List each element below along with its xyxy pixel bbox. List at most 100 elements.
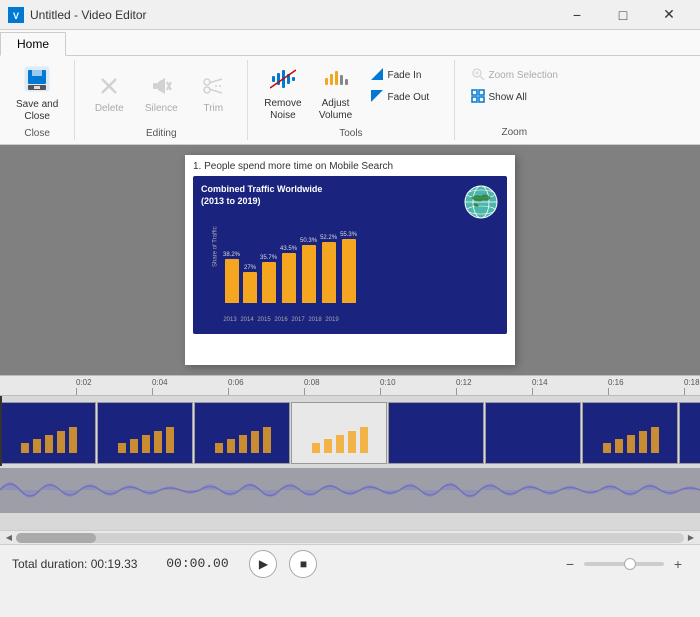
zoom-selection-button[interactable]: Zoom Selection [465,64,564,86]
bottom-bar: Total duration: 00:19.33 ▶ ■ − + [0,544,700,582]
audio-track [0,468,700,513]
bar-value-2013: 38.2% [223,252,240,258]
ruler-tick-0:02: 0:02 [76,378,92,387]
zoom-group-label: Zoom [463,125,566,138]
total-duration-value: 00:19.33 [91,557,138,571]
show-all-button[interactable]: Show All [465,86,564,108]
time-display[interactable] [157,556,237,571]
h-scrollbar[interactable]: ◀ ▶ [0,530,700,544]
close-group-label: Close [8,126,66,139]
title-bar: V Untitled - Video Editor − □ ✕ [0,0,700,30]
adjust-volume-label: AdjustVolume [319,98,352,122]
ruler-tick-0:10: 0:10 [380,378,396,387]
chart-bar-2014 [243,272,257,304]
chart-bar-2013 [225,259,239,304]
ruler-tick-0:16: 0:16 [608,378,624,387]
total-duration-label: Total duration: 00:19.33 [12,557,137,571]
fade-in-label: Fade In [388,70,422,81]
chart-bar-2015 [262,262,276,304]
editing-group-items: Delete Silence [83,62,239,126]
scroll-right-arrow[interactable]: ▶ [684,531,698,545]
delete-button[interactable]: Delete [85,64,133,124]
zoom-out-button[interactable]: − [560,554,580,574]
audio-waveform-svg [0,468,700,513]
zoom-slider-track[interactable] [584,562,664,566]
preview-slide: 1. People spend more time on Mobile Sear… [185,155,515,365]
window-title: Untitled - Video Editor [30,8,554,22]
bar-wrapper-2015: 35.7% [260,255,277,304]
ruler-tick-0:06: 0:06 [228,378,244,387]
play-button[interactable]: ▶ [249,550,277,578]
close-button[interactable]: ✕ [646,0,692,30]
chart-bar-2016 [282,253,296,304]
track-thumb-1 [679,402,700,464]
slide-chart: Combined Traffic Worldwide(2013 to 2019)… [193,176,507,334]
track-thumb-2 [582,402,678,464]
silence-button[interactable]: Silence [137,64,185,124]
trim-icon [202,75,224,101]
maximize-button[interactable]: □ [600,0,646,30]
ribbon-group-tools: RemoveNoise AdjustVolume [248,60,454,140]
editing-group-label: Editing [83,126,239,139]
scrollbar-thumb[interactable] [16,533,96,543]
ruler-line-0:06 [228,388,229,395]
trim-button[interactable]: Trim [189,64,237,124]
chart-title: Combined Traffic Worldwide(2013 to 2019) [193,176,507,209]
silence-label: Silence [145,103,178,114]
ruler-line-0:16 [608,388,609,395]
scroll-left-arrow[interactable]: ◀ [2,531,16,545]
adjust-volume-button[interactable]: AdjustVolume [312,64,360,124]
ruler-tick-0:12: 0:12 [456,378,472,387]
ruler-tick-0:14: 0:14 [532,378,548,387]
stop-button[interactable]: ■ [289,550,317,578]
save-close-button[interactable]: Save andClose [10,64,64,124]
fade-out-button[interactable]: Fade Out [364,86,444,108]
timeline-ruler-inner: 0:020:040:060:080:100:120:140:160:18 [0,376,700,395]
track-thumb-7 [97,402,193,464]
bar-value-2019: 55.3% [340,232,357,238]
silence-icon [150,75,172,101]
bar-wrapper-2018: 52.2% [320,235,337,303]
remove-noise-label: RemoveNoise [264,98,301,122]
ruler-tick-0:08: 0:08 [304,378,320,387]
delete-icon [98,75,120,101]
zoom-group-items: Zoom Selection Show All [463,62,566,125]
tools-group-label: Tools [256,126,445,139]
bar-value-2017: 50.3% [300,238,317,244]
playhead[interactable] [0,396,2,466]
track-thumb-5 [291,402,387,464]
zoom-selection-icon [471,67,485,83]
ruler-line-0:18 [684,388,685,395]
fade-in-button[interactable]: Fade In [364,64,444,86]
fade-out-icon [370,89,384,105]
zoom-slider-thumb[interactable] [624,558,636,570]
fade-out-label: Fade Out [388,92,430,103]
track-area[interactable] [0,395,700,530]
app-icon: V [8,7,24,23]
bar-wrapper-2019: 55.3% [340,232,357,304]
bar-value-2014: 27% [244,265,256,271]
bar-wrapper-2013: 38.2% [223,252,240,304]
scrollbar-track[interactable] [16,533,684,543]
delete-label: Delete [95,103,124,114]
tab-home[interactable]: Home [0,32,66,56]
zoom-buttons: Zoom Selection Show All [465,64,564,108]
svg-text:V: V [13,11,19,21]
video-track [0,396,700,466]
track-thumb-3 [485,402,581,464]
chart-bar-2018 [322,242,336,303]
zoom-controls: − + [560,554,688,574]
ribbon-group-editing: Delete Silence [75,60,248,140]
remove-noise-button[interactable]: RemoveNoise [258,64,307,124]
save-close-label: Save andClose [16,99,58,123]
ruler-line-0:02 [76,388,77,395]
zoom-in-button[interactable]: + [668,554,688,574]
minimize-button[interactable]: − [554,0,600,30]
remove-noise-icon [270,66,296,96]
ruler-line-0:14 [532,388,533,395]
bar-wrapper-2017: 50.3% [300,238,317,304]
close-group-items: Save andClose [8,62,66,126]
ribbon-content: Save andClose Close Delete [0,56,700,144]
bar-value-2018: 52.2% [320,235,337,241]
bar-wrapper-2016: 43.5% [280,246,297,304]
